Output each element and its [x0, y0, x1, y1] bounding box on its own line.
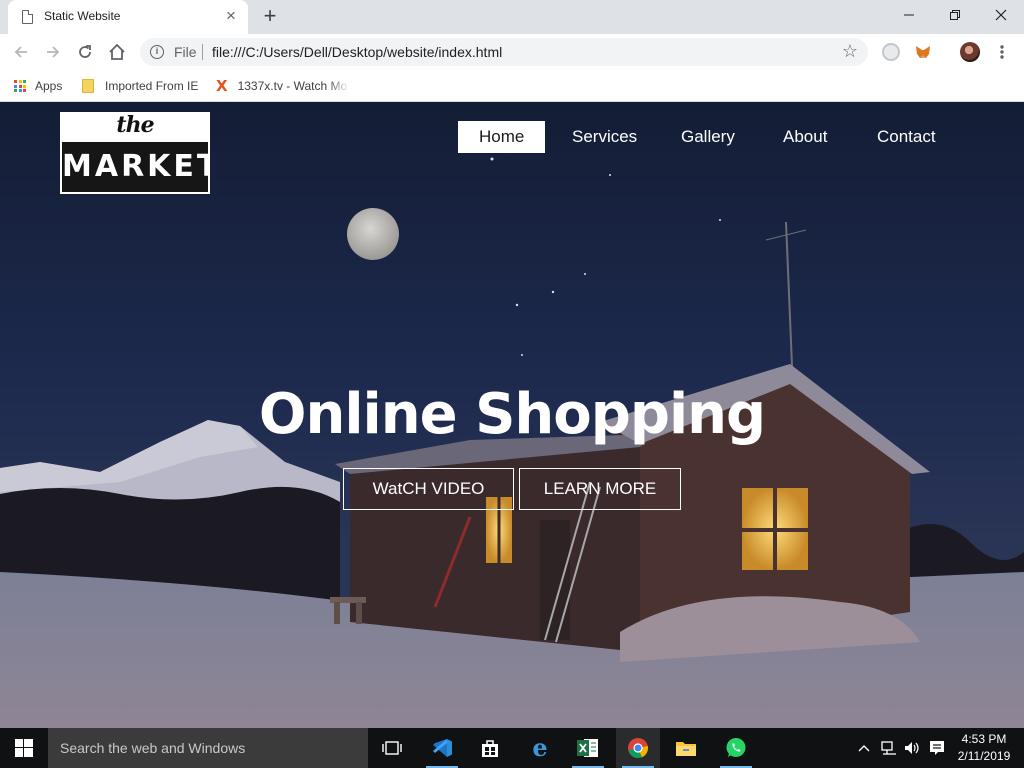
nav-about[interactable]: About: [783, 121, 827, 153]
file-explorer-icon[interactable]: [664, 728, 708, 768]
nav-home[interactable]: Home: [458, 121, 546, 153]
close-window-icon[interactable]: [978, 0, 1024, 30]
extension-icon[interactable]: [882, 43, 900, 61]
restore-icon[interactable]: [932, 0, 978, 30]
show-hidden-icons-icon[interactable]: [856, 728, 872, 768]
apps-grid-icon: [14, 80, 26, 92]
watch-video-button[interactable]: WatCH VIDEO: [343, 468, 514, 510]
chrome-icon[interactable]: [616, 728, 660, 768]
home-icon[interactable]: [104, 39, 130, 65]
excel-icon[interactable]: [566, 728, 610, 768]
metamask-fox-icon[interactable]: [914, 43, 932, 61]
vscode-icon[interactable]: [420, 728, 464, 768]
tab-static-website[interactable]: Static Website ×: [8, 0, 248, 34]
hero-title: Online Shopping: [258, 382, 766, 447]
page-icon: [22, 10, 33, 24]
edge-icon[interactable]: e: [518, 728, 562, 768]
bookmark-1337x[interactable]: X 1337x.tv - Watch Mo: [216, 76, 350, 96]
forward-arrow-icon[interactable]: [40, 39, 66, 65]
site-info-icon[interactable]: i: [150, 45, 164, 59]
bookmark-label: Apps: [35, 79, 63, 93]
bookmark-star-icon[interactable]: ☆: [842, 41, 858, 62]
tab-title: Static Website: [44, 9, 121, 23]
taskbar-search-box[interactable]: Search the web and Windows: [48, 728, 368, 768]
tab-strip: Static Website × +: [0, 0, 1024, 34]
bookmark-label: 1337x.tv - Watch Mo: [237, 79, 348, 93]
bookmark-imported-from-ie[interactable]: Imported From IE: [82, 76, 198, 96]
windows-start-icon[interactable]: [0, 728, 48, 768]
system-clock[interactable]: 4:53 PM 2/11/2019: [950, 731, 1018, 765]
bookmarks-bar: Apps Imported From IE X 1337x.tv - Watch…: [0, 70, 1024, 102]
nav-services[interactable]: Services: [572, 121, 637, 153]
volume-icon[interactable]: [902, 728, 922, 768]
learn-more-button[interactable]: LEARN MORE: [519, 468, 681, 510]
clock-date: 2/11/2019: [957, 749, 1011, 763]
logo-large-text: MARKET: [62, 142, 210, 192]
search-placeholder: Search the web and Windows: [60, 740, 246, 756]
clock-time: 4:53 PM: [961, 732, 1007, 746]
task-view-icon[interactable]: [370, 728, 414, 768]
url-scheme: File: [174, 44, 197, 60]
new-tab-icon[interactable]: +: [258, 5, 282, 29]
folder-icon: [82, 79, 94, 93]
bookmark-label: Imported From IE: [105, 79, 199, 93]
minimize-icon[interactable]: [886, 0, 932, 30]
1337x-favicon-icon: X: [216, 77, 228, 95]
profile-avatar[interactable]: [960, 42, 980, 62]
browser-toolbar: i File file:///C:/Users/Dell/Desktop/web…: [0, 34, 1024, 70]
back-arrow-icon[interactable]: [8, 39, 34, 65]
omnibox-divider: [202, 44, 203, 60]
network-icon[interactable]: [878, 728, 900, 768]
action-center-icon[interactable]: [926, 728, 948, 768]
bookmark-apps[interactable]: Apps: [14, 76, 62, 96]
taskbar: Search the web and Windows e 4:53 PM 2/1…: [0, 728, 1024, 768]
site-logo[interactable]: the MARKET: [60, 112, 210, 194]
store-icon[interactable]: [468, 728, 512, 768]
web-page: the MARKET Home Services Gallery About C…: [0, 102, 1024, 728]
menu-dots-icon[interactable]: [990, 39, 1014, 65]
nav-contact[interactable]: Contact: [877, 121, 936, 153]
address-bar[interactable]: i File file:///C:/Users/Dell/Desktop/web…: [140, 38, 868, 66]
whatsapp-icon[interactable]: [714, 728, 758, 768]
tab-close-icon[interactable]: ×: [222, 7, 240, 25]
reload-icon[interactable]: [72, 39, 98, 65]
nav-gallery[interactable]: Gallery: [681, 121, 735, 153]
url-text[interactable]: file:///C:/Users/Dell/Desktop/website/in…: [212, 44, 502, 60]
logo-small-text: the: [116, 112, 154, 138]
